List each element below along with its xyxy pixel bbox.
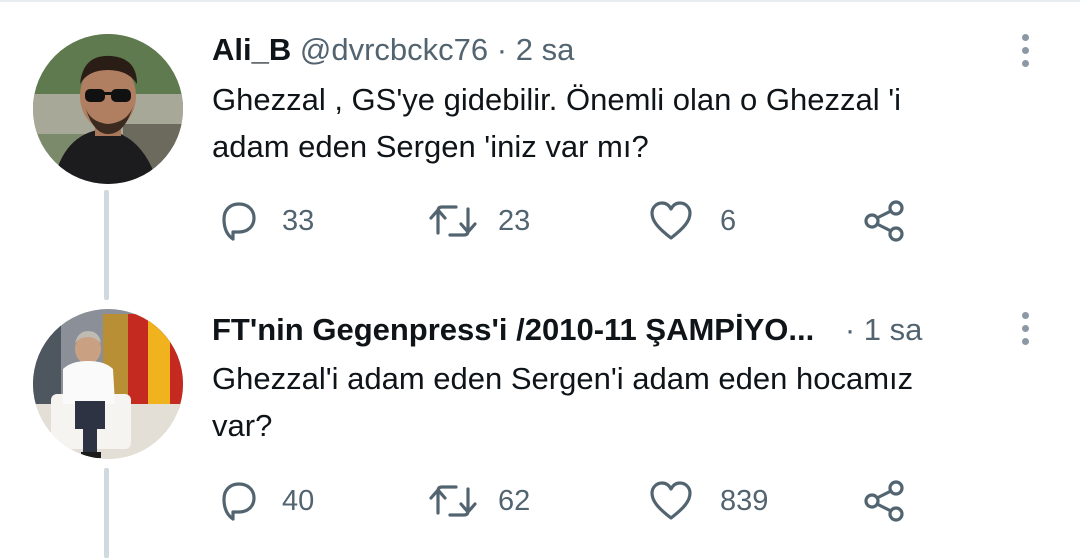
tweet-actions: 33 23 6 — [212, 196, 932, 246]
timestamp[interactable]: 2 sa — [516, 32, 575, 67]
retweet-count: 62 — [498, 484, 531, 517]
reply-button[interactable]: 40 — [216, 476, 314, 526]
share-button[interactable] — [862, 476, 908, 526]
heart-icon — [650, 481, 692, 520]
tweet[interactable]: FT'nin Gegenpress'i /2010-11 ŞAMPİYO... … — [0, 290, 1080, 558]
reply-icon — [222, 202, 256, 241]
retweet-icon — [429, 485, 477, 517]
heart-icon — [650, 201, 692, 240]
display-name[interactable]: Ali_B — [212, 30, 291, 70]
thread-line — [104, 468, 109, 558]
reply-count: 33 — [282, 204, 315, 237]
reply-icon — [222, 482, 256, 521]
avatar[interactable] — [33, 34, 183, 184]
tweet-text: Ghezzal , GS'ye gidebilir. Önemli olan o… — [212, 76, 1012, 170]
like-count: 6 — [720, 204, 737, 237]
reply-count: 40 — [282, 484, 315, 517]
tweet-text-line: var? — [212, 408, 273, 443]
retweet-button[interactable]: 62 — [426, 476, 530, 526]
separator-dot: · — [496, 32, 508, 67]
avatar-photo — [33, 34, 183, 184]
share-button[interactable] — [862, 196, 908, 246]
like-count: 839 — [720, 484, 769, 517]
retweet-button[interactable]: 23 — [426, 196, 530, 246]
reply-button[interactable]: 33 — [216, 196, 314, 246]
tweet-text-line: Ghezzal'i adam eden Sergen'i adam eden h… — [212, 361, 914, 396]
more-vertical-icon[interactable] — [1010, 30, 1040, 70]
retweet-count: 23 — [498, 204, 531, 237]
avatar[interactable] — [33, 309, 183, 459]
tweet-header: Ali_B @dvrcbckc76 · 2 sa — [212, 30, 960, 70]
tweet-actions: 40 62 839 — [212, 476, 932, 526]
tweet[interactable]: Ali_B @dvrcbckc76 · 2 sa Ghezzal , GS'ye… — [0, 0, 1080, 300]
tweet-text-line: adam eden Sergen 'iniz var mı? — [212, 129, 649, 164]
tweet-header: FT'nin Gegenpress'i /2010-11 ŞAMPİYO... … — [212, 310, 960, 350]
avatar-photo — [33, 309, 183, 459]
share-icon — [864, 480, 904, 522]
separator-dot: · — [844, 312, 856, 347]
like-button[interactable]: 839 — [648, 476, 768, 526]
tweet-text-line: Ghezzal , GS'ye gidebilir. Önemli olan o… — [212, 82, 901, 117]
retweet-icon — [429, 205, 477, 237]
display-name[interactable]: FT'nin Gegenpress'i /2010-11 ŞAMPİYO... — [212, 310, 814, 350]
more-vertical-icon[interactable] — [1010, 308, 1040, 348]
like-button[interactable]: 6 — [648, 196, 736, 246]
thread-line — [104, 190, 109, 300]
tweet-text: Ghezzal'i adam eden Sergen'i adam eden h… — [212, 355, 1012, 449]
share-icon — [864, 200, 904, 242]
timestamp[interactable]: 1 sa — [864, 312, 923, 347]
user-handle[interactable]: @dvrcbckc76 — [300, 32, 488, 67]
